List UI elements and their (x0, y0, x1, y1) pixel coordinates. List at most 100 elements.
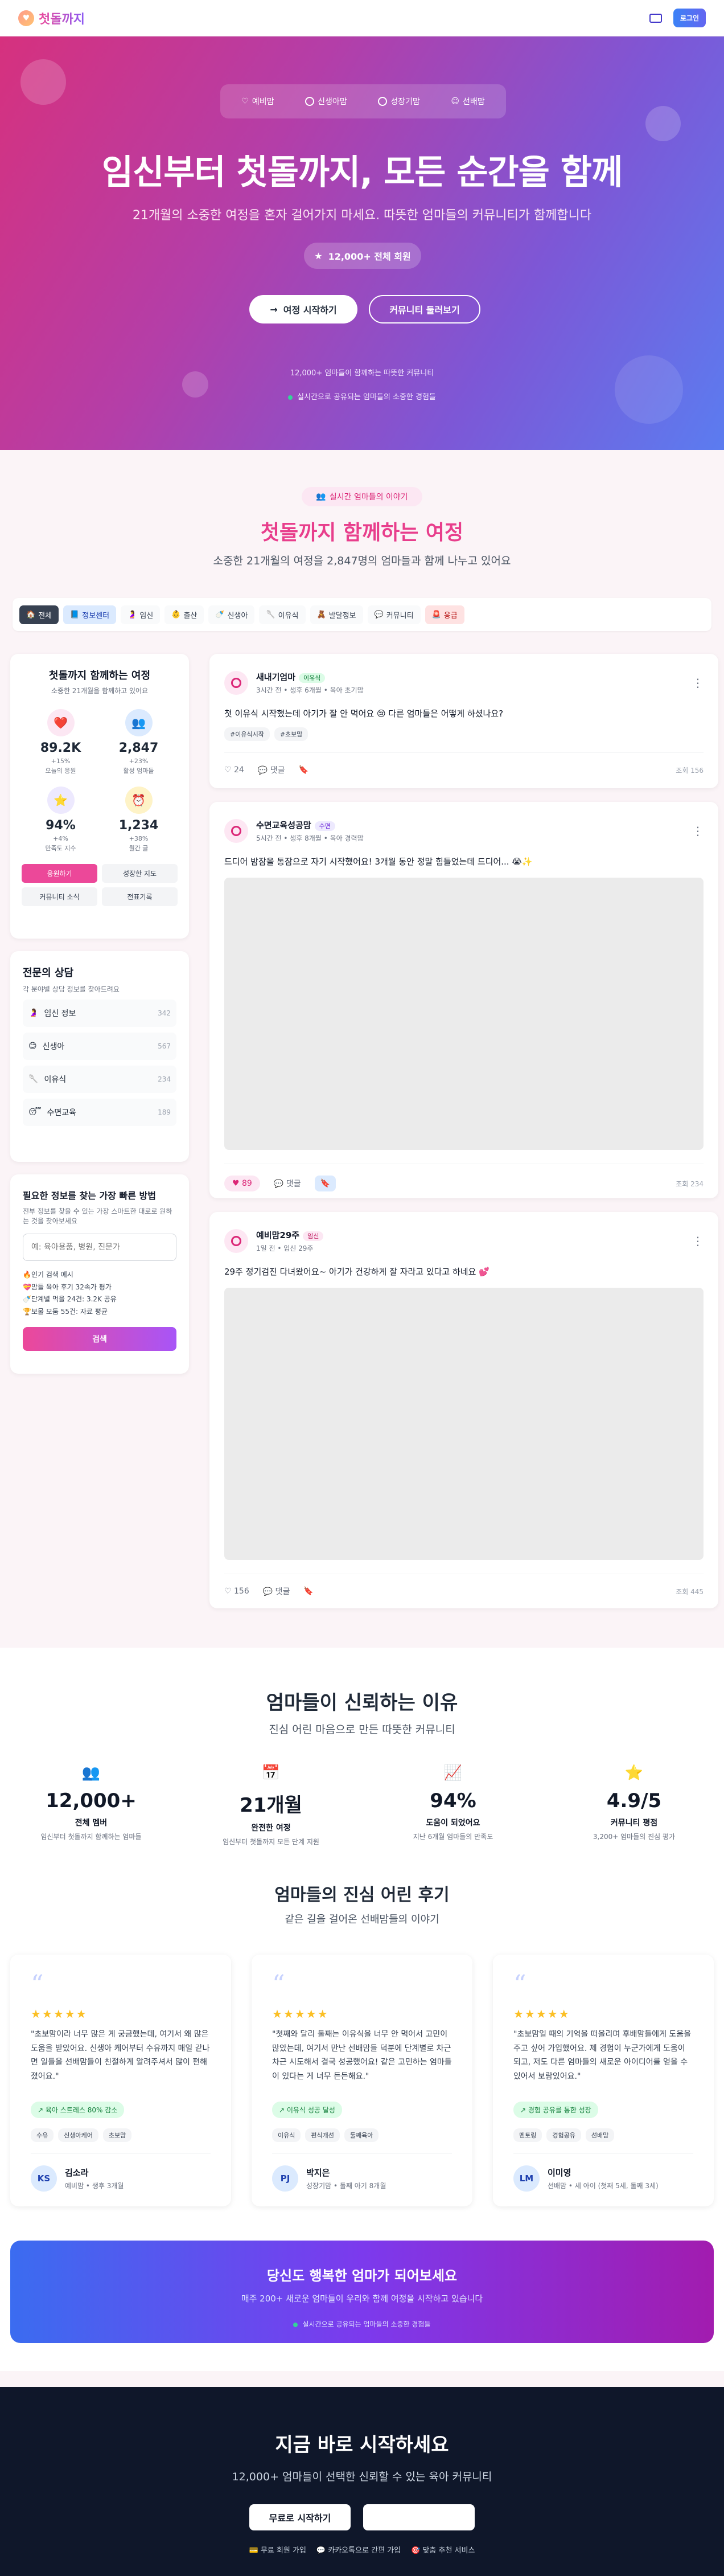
search-input[interactable] (23, 1234, 176, 1261)
avatar: LM (513, 2165, 540, 2192)
more-options-icon[interactable]: ⋮ (692, 824, 704, 838)
expert-item-pregnancy[interactable]: 🤰 임신 정보 342 (23, 1000, 176, 1027)
decor-bubble (615, 355, 683, 424)
brand[interactable]: ♥ 첫돌까지 (18, 9, 85, 27)
like-button[interactable]: ♥ 89 (224, 1176, 260, 1191)
rating-stars: ★★★★★ (272, 2007, 329, 2021)
category-community[interactable]: 💬 커뮤니티 (367, 605, 421, 624)
baby-icon: 👶 (171, 610, 181, 619)
alarm-clock-icon: ⏰ (125, 787, 153, 814)
heart-icon: ♡ (224, 765, 232, 775)
tab-newborn[interactable]: 신생아맘 (305, 96, 347, 107)
stat-value: 94% (46, 818, 76, 833)
record-button[interactable]: 전표기록 (102, 887, 178, 906)
review-card: “ ★★★★★ "첫째와 달리 둘째는 이유식을 너무 안 먹어서 고민이 많았… (252, 1955, 472, 2206)
category-newborn[interactable]: 🍼 신생아 (208, 605, 255, 624)
users-icon: ☺ (451, 97, 459, 106)
tab-expecting[interactable]: ♡ 예비맘 (241, 96, 274, 107)
growth-map-button[interactable]: 성장한 지도 (102, 864, 178, 883)
footer-note-text: 카카오톡으로 간편 가입 (328, 2546, 401, 2555)
siren-icon: 🚨 (431, 610, 441, 619)
footer-notes: 💳 무료 회원 가입 💬 카카오톡으로 간편 가입 🎯 맞춤 추천 서비스 (0, 2544, 724, 2555)
tab-growing[interactable]: 성장기맘 (378, 96, 420, 107)
popular-search-item[interactable]: 🍼단계별 먹을 24건: 3.2K 공유 (23, 1293, 176, 1306)
monitor-icon[interactable] (649, 13, 662, 23)
popular-search-item[interactable]: 🏆보물 모둠 55건: 자료 평균 (23, 1306, 176, 1318)
cheer-button[interactable]: 응원하기 (22, 864, 97, 883)
category-pregnancy[interactable]: 🤰 임신 (121, 605, 161, 624)
brand-logo-icon: ♥ (18, 10, 34, 26)
spoon-icon: 🥄 (266, 610, 275, 619)
bookmark-icon[interactable]: 🔖 (303, 1587, 313, 1596)
category-label: 임신 (139, 611, 154, 620)
footer-cta: 지금 바로 시작하세요 12,000+ 엄마들이 선택한 신뢰할 수 있는 육아… (0, 2387, 724, 2576)
hero-stage-tabs: ♡ 예비맘 신생아맘 성장기맘 ☺ 선배맘 (220, 84, 506, 118)
stat-monthly-posts: ⏰ 1,234 +38% 월간 글 (100, 787, 178, 853)
stat-delta: +4% (53, 835, 68, 842)
avatar[interactable] (224, 819, 248, 843)
bookmark-icon[interactable]: 🔖 (299, 765, 308, 775)
popular-search-item[interactable]: 💝맘들 육아 후기 32속가 평가 (23, 1281, 176, 1294)
expert-item-newborn[interactable]: 😊 신생아 567 (23, 1033, 176, 1060)
hero-tab-label: 선배맘 (463, 97, 485, 107)
more-options-icon[interactable]: ⋮ (692, 676, 704, 690)
search-button[interactable]: 검색 (23, 1327, 176, 1352)
category-development[interactable]: 🧸 발달정보 (310, 605, 363, 624)
secondary-cta-button[interactable] (363, 2504, 475, 2530)
community-news-button[interactable]: 커뮤니티 소식 (22, 887, 97, 906)
login-button[interactable]: 로그인 (673, 9, 706, 27)
post-footer: ♡ 156 💬 댓글 🔖 조회 445 (224, 1574, 704, 1597)
member-count-label: 12,000+ 전체 회원 (328, 251, 411, 262)
view-count: 조회 156 (676, 766, 704, 775)
comment-button[interactable]: 💬 댓글 (258, 764, 285, 776)
category-baby-food[interactable]: 🥄 이유식 (259, 605, 306, 624)
post-author: 수면교육성공맘 수면 (256, 819, 364, 831)
comment-button[interactable]: 💬 댓글 (274, 1178, 301, 1189)
stat-label: 오늘의 응원 (45, 767, 76, 775)
category-emergency[interactable]: 🚨 응급 (425, 605, 464, 624)
tab-senior[interactable]: ☺ 선배맘 (451, 96, 484, 107)
avatar[interactable] (224, 1229, 248, 1253)
heart-icon: ❤️ (47, 709, 75, 736)
like-button[interactable]: ♡ 24 (224, 765, 244, 775)
category-all[interactable]: 🏠 전체 (19, 605, 59, 624)
live-dot-icon (293, 2322, 298, 2327)
stat-active-moms: 👥 2,847 +23% 활성 엄마들 (100, 709, 178, 775)
footer-note-text: 무료 회원 가입 (260, 2546, 306, 2555)
expert-item-sleep[interactable]: 😴 수면교육 189 (23, 1099, 176, 1126)
trending-up-icon: ↗ (38, 2106, 44, 2115)
expert-item-baby-food[interactable]: 🥄 이유식 234 (23, 1066, 176, 1093)
more-options-icon[interactable]: ⋮ (692, 1234, 704, 1248)
category-birth[interactable]: 👶 출산 (164, 605, 204, 624)
start-free-button[interactable]: 무료로 시작하기 (249, 2504, 351, 2530)
post-footer: ♥ 89 💬 댓글 🔖 조회 234 (224, 1164, 704, 1191)
search-card-subtitle: 전부 정보를 찾을 수 있는 가장 스마트한 대로로 원하는 것을 찾아보세요 (23, 1207, 172, 1225)
review-tag: 신생아케어 (58, 2128, 98, 2143)
browse-community-button[interactable]: 커뮤니티 둘러보기 (369, 295, 480, 323)
trust-stat-value: 4.9/5 (606, 1789, 662, 1812)
post-tag[interactable]: #이유식시작 (224, 727, 270, 741)
trust-stat-label: 전체 멤버 (75, 1819, 108, 1828)
review-highlight-text: 이유식 성공 달성 (286, 2106, 335, 2115)
comment-icon: 💬 (273, 1180, 284, 1189)
promo-banner: 당신도 행복한 엄마가 되어보세요 매주 200+ 새로운 엄마들이 우리와 함… (10, 2241, 714, 2343)
post-image[interactable] (224, 878, 704, 1150)
avatar[interactable] (224, 671, 248, 695)
review-tag: 선배맘 (585, 2128, 615, 2143)
like-button[interactable]: ♡ 156 (224, 1587, 249, 1596)
avatar: PJ (272, 2165, 298, 2192)
trust-stat-desc: 임신부터 첫돌까지 모든 단계 지원 (223, 1838, 319, 1846)
realtime-badge-text: 실시간 엄마들의 이야기 (329, 493, 408, 502)
hero-live-note: 실시간으로 공유되는 엄마들의 소중한 경험들 (0, 391, 724, 402)
post-image[interactable] (224, 1288, 704, 1560)
journey-stats-card: 첫돌까지 함께하는 여정 소중한 21개월을 함께하고 있어요 ❤️ 89.2K… (10, 654, 189, 939)
post-author-name: 수면교육성공맘 (256, 820, 311, 830)
category-info-center[interactable]: 📘 정보센터 (63, 605, 117, 624)
stat-satisfaction: ⭐ 94% +4% 만족도 지수 (22, 787, 100, 853)
post-tag[interactable]: #초보맘 (274, 727, 308, 741)
start-journey-button[interactable]: → 여정 시작하기 (249, 295, 357, 323)
decor-bubble (645, 106, 681, 141)
comment-button[interactable]: 💬 댓글 (263, 1586, 290, 1597)
bookmark-icon[interactable]: 🔖 (314, 1176, 336, 1191)
post-footer: ♡ 24 💬 댓글 🔖 조회 156 (224, 752, 704, 776)
